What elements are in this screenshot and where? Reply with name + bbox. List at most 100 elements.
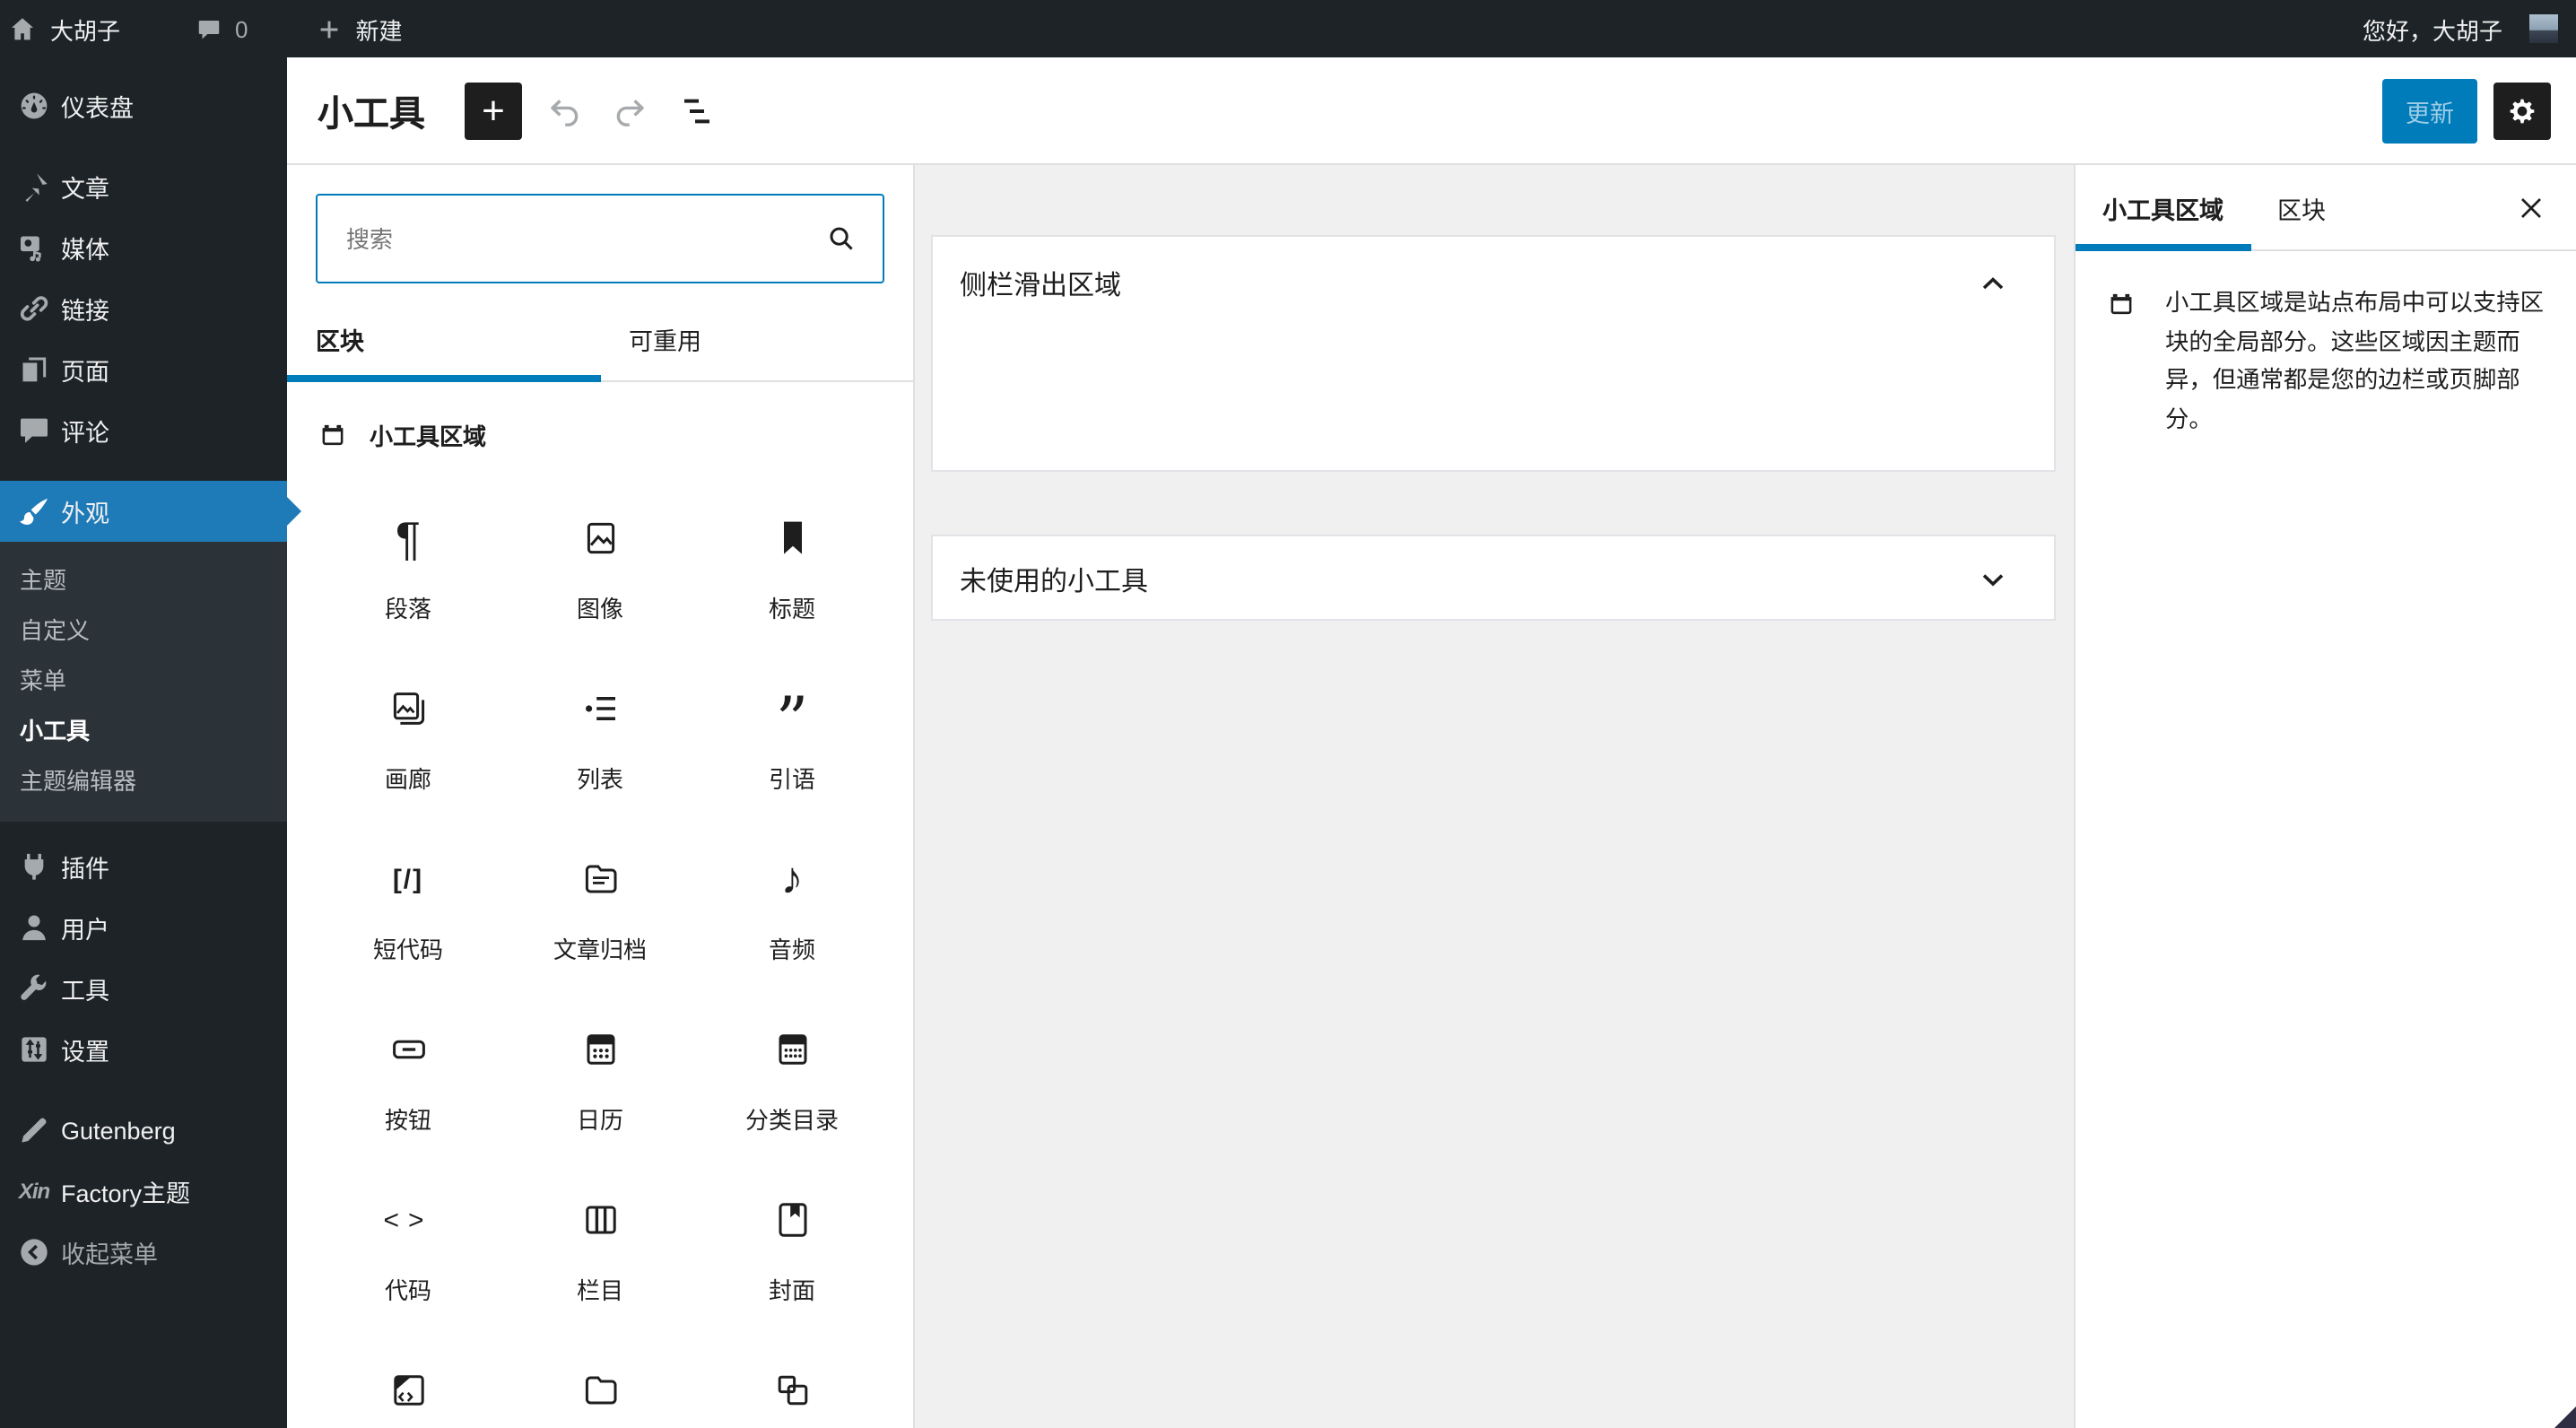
menu-item-link[interactable]: 链接: [0, 278, 287, 339]
block-item-shortcode[interactable]: [/] 短代码: [312, 834, 504, 1005]
menu-item-pages[interactable]: 页面: [0, 339, 287, 400]
block-item-gallery[interactable]: 画廊: [312, 664, 504, 834]
block-item-code[interactable]: <> 代码: [312, 1175, 504, 1345]
block-label: 封面: [768, 1277, 815, 1304]
user-icon: [16, 910, 52, 945]
block-item-cover[interactable]: 封面: [696, 1175, 888, 1345]
menu-item-pencil[interactable]: Gutenberg: [0, 1100, 287, 1161]
block-item-button[interactable]: 按钮: [312, 1005, 504, 1175]
menu-item-sliders[interactable]: 设置: [0, 1019, 287, 1080]
block-item-list[interactable]: 列表: [504, 664, 696, 834]
search-input[interactable]: [316, 194, 884, 283]
categories-block-icon: [770, 1028, 814, 1071]
block-label: 引语: [768, 766, 815, 793]
block-label: 栏目: [576, 1277, 623, 1304]
sliders-icon: [16, 1032, 52, 1067]
cover-block-icon: [770, 1198, 814, 1241]
settings-sidebar: 小工具区域 区块 小工具区域是站点布局中可以支持区块的全局部分。这些区域因主题而异…: [2074, 165, 2576, 1428]
menu-item-collapse[interactable]: 收起菜单: [0, 1222, 287, 1283]
list-view-icon[interactable]: [676, 89, 719, 132]
comment-icon: [16, 413, 52, 448]
dashboard-icon: [16, 88, 52, 124]
submenu-item[interactable]: 主题: [0, 553, 287, 603]
submenu-item[interactable]: 自定义: [0, 603, 287, 653]
folder-block-icon: [579, 1369, 622, 1412]
widget-area-toggle[interactable]: 未使用的小工具: [933, 536, 2054, 623]
submenu-item[interactable]: 小工具: [0, 703, 287, 753]
menu-item-pin[interactable]: 文章: [0, 156, 287, 217]
sidebar-tab-小工具区域[interactable]: 小工具区域: [2076, 165, 2250, 251]
tab-区块[interactable]: 区块: [287, 298, 600, 382]
pencil-icon: [16, 1112, 52, 1148]
menu-item-plug[interactable]: 插件: [0, 836, 287, 897]
undo-icon[interactable]: [544, 89, 587, 132]
shortcode-block-icon: [/]: [392, 864, 424, 894]
image-block-icon: [579, 517, 622, 560]
widget-area-title: 未使用的小工具: [960, 566, 1149, 596]
plug-icon: [16, 849, 52, 884]
account-menu[interactable]: 您好，大胡子: [2345, 0, 2576, 57]
block-item-image[interactable]: 图像: [504, 493, 696, 664]
xin-icon: Xin: [18, 1179, 50, 1204]
update-button[interactable]: 更新: [2382, 78, 2477, 143]
widget-area-icon: [316, 418, 350, 452]
section-title: 小工具区域: [370, 423, 487, 450]
gallery-block-icon: [387, 687, 430, 730]
comment-bubble-icon: [196, 15, 222, 42]
submenu-item[interactable]: 主题编辑器: [0, 753, 287, 804]
settings-gear-button[interactable]: [2493, 82, 2551, 139]
menu-item-brush[interactable]: 外观: [0, 481, 301, 542]
admin-menu: 仪表盘 文章 媒体 链接 页面 评论 外观 主题 自定义 菜单 小工具 主题编辑器 插件 …: [0, 57, 301, 1428]
block-label: 短代码: [372, 936, 443, 963]
widget-area-toggle[interactable]: 侧栏滑出区域: [933, 237, 2054, 330]
block-item-quote[interactable]: ” 引语: [696, 664, 888, 834]
close-sidebar-button[interactable]: [2502, 179, 2560, 237]
new-label: 新建: [355, 17, 403, 44]
block-item-folder[interactable]: [504, 1345, 696, 1428]
menu-item-xin[interactable]: Xin Factory主题: [0, 1161, 287, 1222]
menu-item-media[interactable]: 媒体: [0, 217, 287, 278]
menu-item-user[interactable]: 用户: [0, 897, 287, 958]
block-item-paragraph[interactable]: ¶ 段落: [312, 493, 504, 664]
code-block-icon: <>: [383, 1205, 433, 1235]
menu-item-wrench[interactable]: 工具: [0, 958, 287, 1019]
chevron-down-icon: [1971, 558, 2015, 601]
menu-item-comment[interactable]: 评论: [0, 400, 287, 461]
menu-item-dashboard[interactable]: 仪表盘: [0, 75, 287, 136]
block-item-html[interactable]: [312, 1345, 504, 1428]
block-item-audio[interactable]: ♪ 音频: [696, 834, 888, 1005]
sidebar-tabs: 小工具区域 区块: [2076, 165, 2576, 251]
block-label: 图像: [576, 596, 623, 623]
wrench-icon: [16, 971, 52, 1006]
quote-block-icon: ”: [775, 685, 809, 759]
block-inserter-button[interactable]: +: [465, 82, 522, 139]
widget-area-card: 侧栏滑出区域: [931, 235, 2056, 472]
list-block-icon: [579, 687, 622, 730]
block-item-bookmark[interactable]: 标题: [696, 493, 888, 664]
block-item-group[interactable]: [696, 1345, 888, 1428]
block-item-archives[interactable]: 文章归档: [504, 834, 696, 1005]
comments-link[interactable]: 0: [178, 0, 265, 57]
widget-area-title: 侧栏滑出区域: [960, 270, 1122, 300]
bookmark-block-icon: [770, 517, 814, 560]
site-name-link[interactable]: 大胡子: [0, 0, 138, 57]
plus-icon: [317, 15, 344, 42]
sidebar-tab-区块[interactable]: 区块: [2250, 165, 2353, 249]
block-item-categories[interactable]: 分类目录: [696, 1005, 888, 1175]
block-label: 分类目录: [744, 1107, 839, 1134]
blocks-grid: ¶ 段落 图像 标题画廊 列表 ” 引语 [/] 短代码 文章归档 ♪ 音频按钮 日历 分类目录 <> 代码 栏…: [287, 493, 913, 1428]
new-content-link[interactable]: 新建: [299, 0, 421, 57]
redo-icon[interactable]: [608, 89, 651, 132]
widget-area-description: 小工具区域是站点布局中可以支持区块的全局部分。这些区域因主题而异，但通常都是您的…: [2165, 289, 2544, 431]
widget-area-card: 未使用的小工具: [931, 535, 2056, 621]
submenu-brush: 主题 自定义 菜单 小工具 主题编辑器: [0, 542, 287, 822]
block-item-columns[interactable]: 栏目: [504, 1175, 696, 1345]
block-label: 列表: [576, 766, 623, 793]
block-item-calendar[interactable]: 日历: [504, 1005, 696, 1175]
submenu-item[interactable]: 菜单: [0, 653, 287, 703]
tab-可重用[interactable]: 可重用: [600, 298, 913, 380]
widget-area-section-header: 小工具区域: [316, 418, 884, 452]
block-label: 代码: [384, 1277, 431, 1304]
block-label: 按钮: [384, 1107, 431, 1134]
audio-block-icon: ♪: [780, 854, 804, 904]
